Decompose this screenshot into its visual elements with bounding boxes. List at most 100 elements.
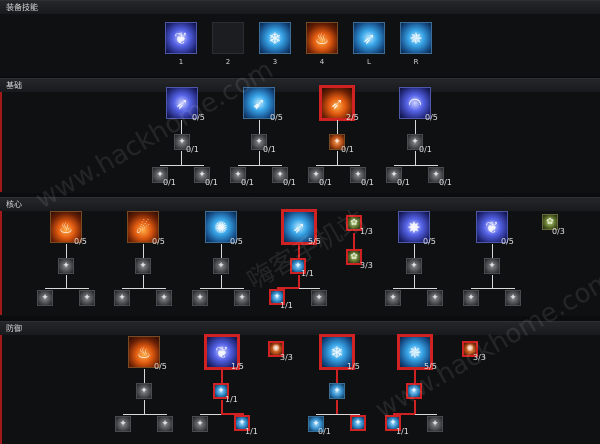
defense-skill-2-rank: 1/5 — [231, 362, 244, 371]
upgrade-icon: ✦ — [139, 261, 147, 271]
equipped-slot-1-key: 1 — [178, 58, 184, 66]
basic-sub-1a-rank: 0/1 — [163, 178, 176, 187]
upgrade-icon: ✦ — [238, 293, 246, 303]
defense-upgrade-2-rank: 1/1 — [225, 395, 238, 404]
core-sub-4b[interactable]: ✦ — [311, 290, 327, 306]
core-sub-6b[interactable]: ✦ — [505, 290, 521, 306]
defense-section-bar — [0, 335, 2, 444]
basic-sub-2b-rank: 0/1 — [283, 178, 296, 187]
core-sub-3b[interactable]: ✦ — [234, 290, 250, 306]
ice-shield-icon: ❄ — [268, 28, 282, 48]
equipped-slot-2[interactable] — [212, 22, 244, 54]
upgrade-icon: ✦ — [196, 293, 204, 303]
core-upgrade-3[interactable]: ✦ — [213, 258, 229, 274]
basic-sub-3b-rank: 0/1 — [361, 178, 374, 187]
defense-skill-3-rank: 1/5 — [347, 362, 360, 371]
basic-skill-4-rank: 0/5 — [425, 113, 438, 122]
upgrade-icon: ✦ — [196, 419, 204, 429]
core-upgrade-5[interactable]: ✦ — [406, 258, 422, 274]
core-sub-2a[interactable]: ✦ — [114, 290, 130, 306]
equipped-slot-1[interactable]: ❦ — [165, 22, 197, 54]
basic-upgrade-4-rank: 0/1 — [419, 145, 432, 154]
defense-skill-1-rank: 0/5 — [154, 362, 167, 371]
upgrade-icon: ✦ — [389, 293, 397, 303]
core-skill-6-rank: 0/5 — [501, 237, 514, 246]
basic-sub-1b-rank: 0/1 — [205, 178, 218, 187]
core-upgrade-1[interactable]: ✦ — [58, 258, 74, 274]
defense-sub-3b[interactable]: ✦ — [350, 415, 366, 431]
upgrade-icon: ✦ — [431, 419, 439, 429]
upgrade-icon: ✦ — [62, 261, 70, 271]
core-sub-3a[interactable]: ✦ — [192, 290, 208, 306]
upgrade-icon: ✦ — [161, 419, 169, 429]
core-passive-2-rank: 3/3 — [360, 261, 373, 270]
core-sub-2b[interactable]: ✦ — [156, 290, 172, 306]
basic-section-header: 基础 — [0, 78, 600, 92]
core-passive-3-rank: 0/3 — [552, 227, 565, 236]
equipped-slot-4-key: 4 — [319, 58, 325, 66]
frost-bolt-icon: ➶ — [362, 28, 376, 48]
equipped-section: 装备技能 ❦ 1 2 ❄ 3 ♨ 4 ➶ L ✵ R — [0, 0, 600, 76]
defense-sub-4a-rank: 1/1 — [396, 427, 409, 436]
upgrade-icon: ✦ — [41, 293, 49, 303]
defense-upgrade-3[interactable]: ✦ — [329, 383, 345, 399]
equipped-slot-2-key: 2 — [225, 58, 231, 66]
upgrade-icon: ✦ — [315, 293, 323, 303]
upgrade-icon: ✦ — [119, 419, 127, 429]
core-sub-6a[interactable]: ✦ — [463, 290, 479, 306]
defense-upgrade-1[interactable]: ✦ — [136, 383, 152, 399]
defense-sub-2b-rank: 1/1 — [245, 427, 258, 436]
equipped-slot-r[interactable]: ✵ — [400, 22, 432, 54]
upgrade-icon: ✦ — [83, 293, 91, 303]
core-section-header: 核心 — [0, 197, 600, 211]
upgrade-icon: ✦ — [410, 261, 418, 271]
core-section-title: 核心 — [6, 200, 22, 209]
upgrade-icon: ✦ — [333, 386, 341, 396]
core-upgrade-4-rank: 1/1 — [301, 269, 314, 278]
ice-shards-icon: ✵ — [409, 28, 423, 48]
core-skill-2-rank: 0/5 — [152, 237, 165, 246]
core-section-bar — [0, 211, 2, 315]
core-sub-5a[interactable]: ✦ — [385, 290, 401, 306]
upgrade-icon: ✦ — [140, 386, 148, 396]
equipped-slot-l[interactable]: ➶ — [353, 22, 385, 54]
upgrade-icon: ✦ — [488, 261, 496, 271]
defense-sub-1b[interactable]: ✦ — [157, 416, 173, 432]
core-sub-1a[interactable]: ✦ — [37, 290, 53, 306]
defense-sub-4b[interactable]: ✦ — [427, 416, 443, 432]
defense-sub-1a[interactable]: ✦ — [115, 416, 131, 432]
upgrade-icon: ✦ — [118, 293, 126, 303]
basic-upgrade-3-rank: 0/1 — [341, 145, 354, 154]
basic-section-bar — [0, 92, 2, 192]
defense-sub-2a[interactable]: ✦ — [192, 416, 208, 432]
basic-sub-4a-rank: 0/1 — [397, 178, 410, 187]
core-upgrade-2[interactable]: ✦ — [135, 258, 151, 274]
frost-tree-icon: ❦ — [174, 28, 188, 48]
equipped-slot-r-key: R — [413, 58, 419, 66]
basic-upgrade-2-rank: 0/1 — [263, 145, 276, 154]
upgrade-icon: ✦ — [467, 293, 475, 303]
core-sub-4a-rank: 1/1 — [280, 301, 293, 310]
upgrade-icon: ✦ — [431, 293, 439, 303]
core-sub-5b[interactable]: ✦ — [427, 290, 443, 306]
equipped-section-header: 装备技能 — [0, 0, 600, 14]
core-sub-1b[interactable]: ✦ — [79, 290, 95, 306]
defense-passive-1-rank: 3/3 — [280, 353, 293, 362]
basic-sub-4b-rank: 0/1 — [439, 178, 452, 187]
equipped-slot-4[interactable]: ♨ — [306, 22, 338, 54]
defense-section-title: 防御 — [6, 324, 22, 333]
equipped-section-title: 装备技能 — [6, 3, 38, 12]
basic-skill-2-rank: 0/5 — [270, 113, 283, 122]
upgrade-icon: ✦ — [354, 418, 362, 428]
upgrade-icon: ✦ — [509, 293, 517, 303]
fire-shield-icon: ♨ — [314, 28, 330, 48]
core-skill-3-rank: 0/5 — [230, 237, 243, 246]
core-upgrade-6[interactable]: ✦ — [484, 258, 500, 274]
upgrade-icon: ✦ — [217, 261, 225, 271]
passive-icon: ✿ — [350, 252, 358, 262]
basic-sub-2a-rank: 0/1 — [241, 178, 254, 187]
defense-sub-3a-rank: 0/1 — [318, 427, 331, 436]
equipped-slot-3[interactable]: ❄ — [259, 22, 291, 54]
basic-sub-3a-rank: 0/1 — [319, 178, 332, 187]
core-skill-5-rank: 0/5 — [423, 237, 436, 246]
